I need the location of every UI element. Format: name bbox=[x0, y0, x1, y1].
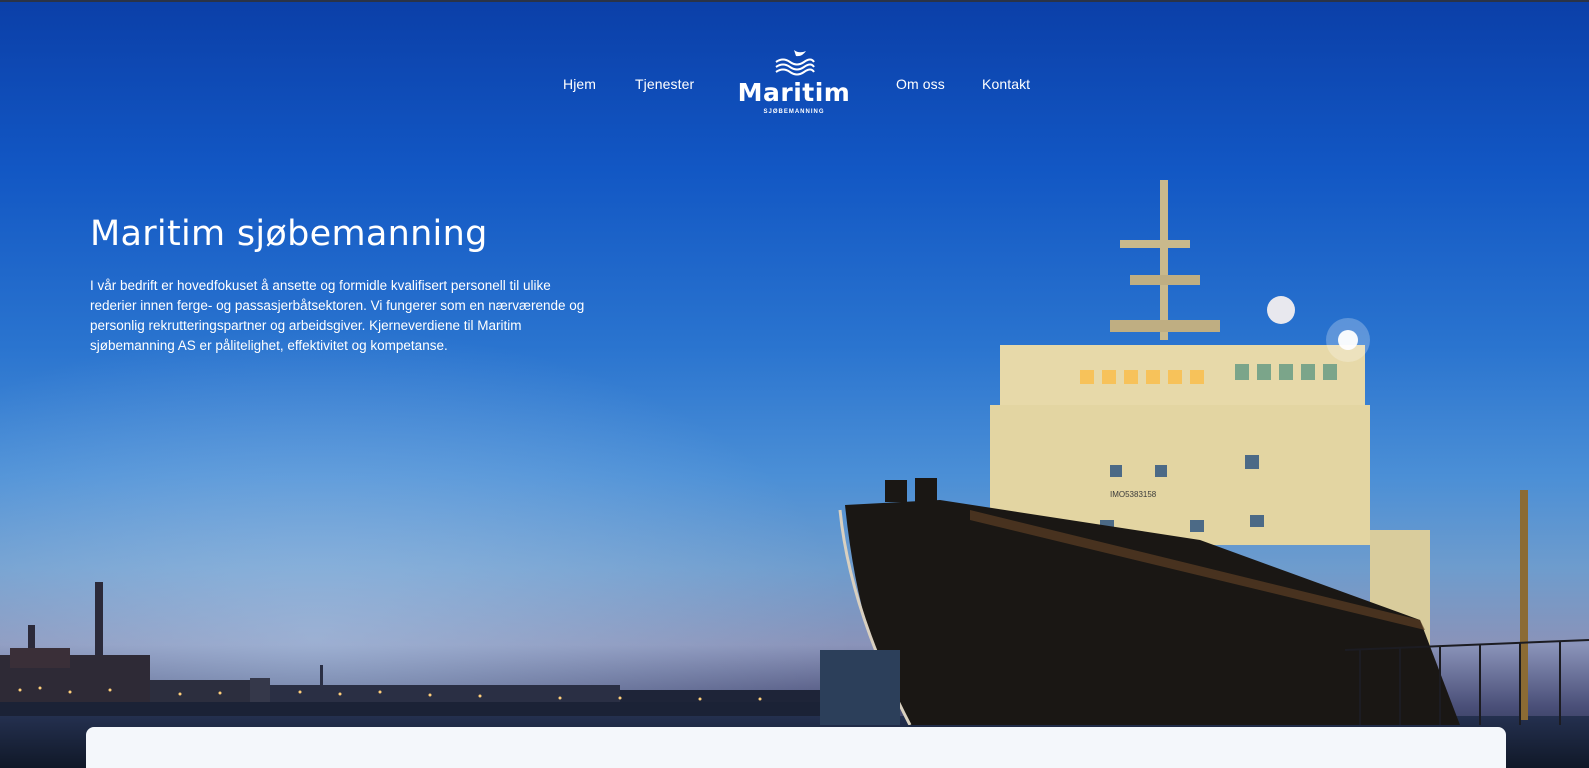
nav-item-kontakt[interactable]: Kontakt bbox=[982, 76, 1030, 92]
waves-bird-icon bbox=[775, 50, 815, 76]
city-skyline bbox=[0, 582, 900, 720]
logo-wordmark: Maritim bbox=[737, 78, 851, 107]
page-title: Maritim sjøbemanning bbox=[90, 214, 488, 254]
nav-item-hjem[interactable]: Hjem bbox=[563, 76, 596, 92]
ship-illustration: IMO5383158 bbox=[820, 180, 1589, 725]
intro-text: I vår bedrift er hovedfokuset å ansette … bbox=[90, 278, 585, 353]
site-logo[interactable]: Maritim SJØBEMANNING bbox=[732, 48, 856, 128]
nav-item-tjenester[interactable]: Tjenester bbox=[635, 76, 694, 92]
nav-item-om-oss[interactable]: Om oss bbox=[896, 76, 945, 92]
ship-marking: IMO5383158 bbox=[1110, 490, 1157, 499]
logo-subtitle: SJØBEMANNING bbox=[763, 109, 825, 115]
main-nav: Hjem Tjenester Maritim SJØBEMANNING Om o… bbox=[0, 0, 1589, 140]
content-card bbox=[86, 727, 1506, 768]
hero-section: IMO5383158 Hjem Tjenester Maritim SJØBEM… bbox=[0, 0, 1589, 768]
